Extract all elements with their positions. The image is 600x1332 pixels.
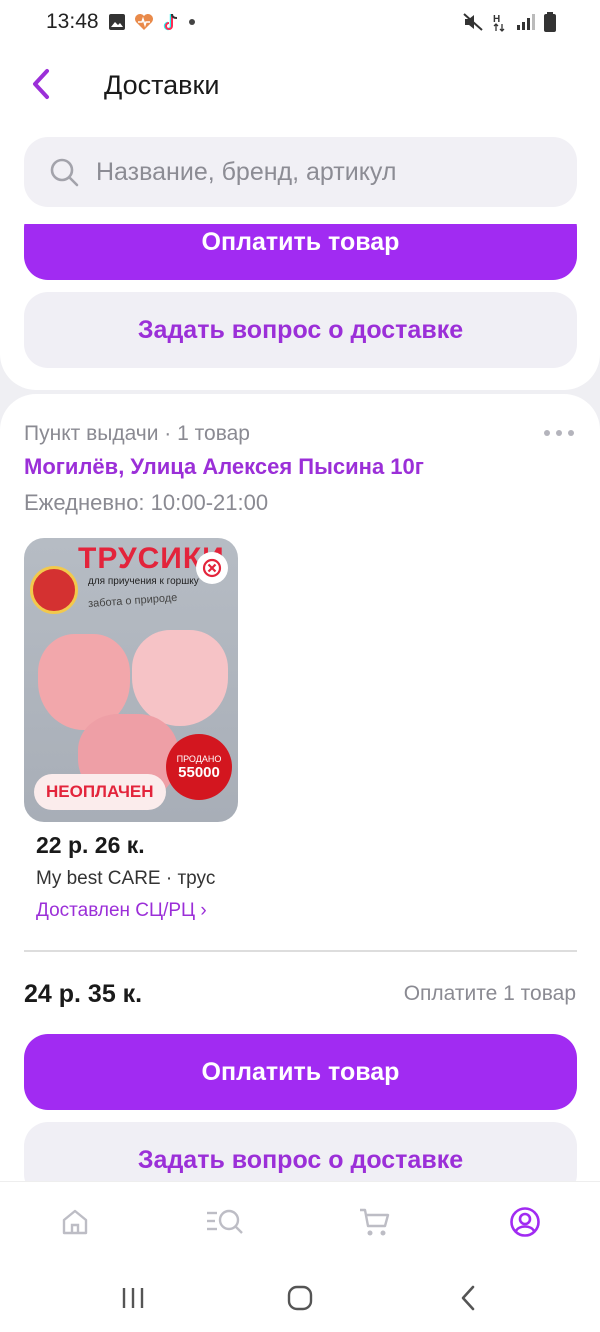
ask-delivery-question-button[interactable]: Задать вопрос о доставке [24,1122,577,1184]
network-h-icon: H [493,14,505,32]
dot-icon [189,19,195,25]
nav-home[interactable] [55,1202,95,1242]
back-arrow-icon [461,1285,475,1311]
image-icon [109,14,125,30]
sold-label: ПРОДАНО [176,753,222,764]
product-image[interactable]: ТРУСИКИ для приучения к горшку забота о … [24,538,238,822]
back-button[interactable] [26,66,56,102]
divider [24,950,577,952]
home-circle-icon [287,1285,313,1311]
product-image-tagline: забота о природе [87,591,178,611]
ask-delivery-question-button-previous[interactable]: Задать вопрос о доставке [24,292,577,368]
pay-count-label: Оплатите 1 товар [403,982,576,1005]
search-input[interactable] [96,157,536,187]
signal-icon [517,14,535,30]
home-icon [62,1209,88,1235]
product-pant-pink [132,630,228,726]
battery-icon [544,12,556,32]
nav-cart[interactable] [355,1202,395,1242]
recent-apps-icon [122,1288,144,1308]
remove-item-button[interactable] [196,552,228,584]
pay-button[interactable]: Оплатить товар [24,1034,577,1110]
page-title: Доставки [104,70,220,100]
more-options-icon[interactable] [544,430,574,436]
home-button[interactable] [284,1284,316,1312]
total-price: 24 р. 35 к. [24,980,143,1008]
recent-apps-button[interactable] [118,1284,148,1312]
page-header: Доставки [0,46,600,126]
close-circle-icon [202,558,222,578]
certified-badge [30,566,78,614]
item-price: 22 р. 26 к. [36,832,145,858]
heart-icon [135,14,153,30]
status-bar: 13:48 H [0,0,600,46]
status-icons-left [108,12,196,32]
sold-count: 55000 [178,763,220,781]
previous-delivery-card: Оплатить товар Задать вопрос о доставке [0,224,600,390]
delivery-card: Пункт выдачи · 1 товар Могилёв, Улица Ал… [0,394,600,1184]
bottom-navigation [0,1182,600,1264]
svg-text:H: H [493,14,500,25]
tiktok-icon [163,13,178,31]
catalog-search-icon [207,1209,243,1234]
nav-profile[interactable] [505,1202,545,1242]
sold-count-badge: ПРОДАНО 55000 [166,734,232,800]
pickup-hours: Ежедневно: 10:00-21:00 [24,490,269,515]
back-system-button[interactable] [456,1284,480,1312]
chevron-left-icon [33,69,49,99]
pickup-address[interactable]: Могилёв, Улица Алексея Пысина 10г [24,454,424,480]
product-image-subtitle: для приучения к горшку [88,576,199,587]
nav-catalog[interactable] [205,1202,245,1242]
system-navigation [0,1264,600,1332]
search-bar[interactable] [24,137,577,207]
item-name[interactable]: My best CARE · трус [36,868,230,890]
pay-button-previous[interactable]: Оплатить товар [24,224,577,280]
mute-icon [463,13,483,31]
status-time: 13:48 [46,10,99,33]
cart-icon [360,1208,390,1236]
status-icons-right: H [462,12,556,32]
pickup-point-label: Пункт выдачи · 1 товар [24,422,250,445]
unpaid-badge: НЕОПЛАЧЕН [34,774,166,810]
search-icon [50,158,79,187]
item-status-link[interactable]: Доставлен СЦ/РЦ › [36,900,207,922]
search-bar-container [0,126,600,224]
profile-icon [510,1207,540,1237]
